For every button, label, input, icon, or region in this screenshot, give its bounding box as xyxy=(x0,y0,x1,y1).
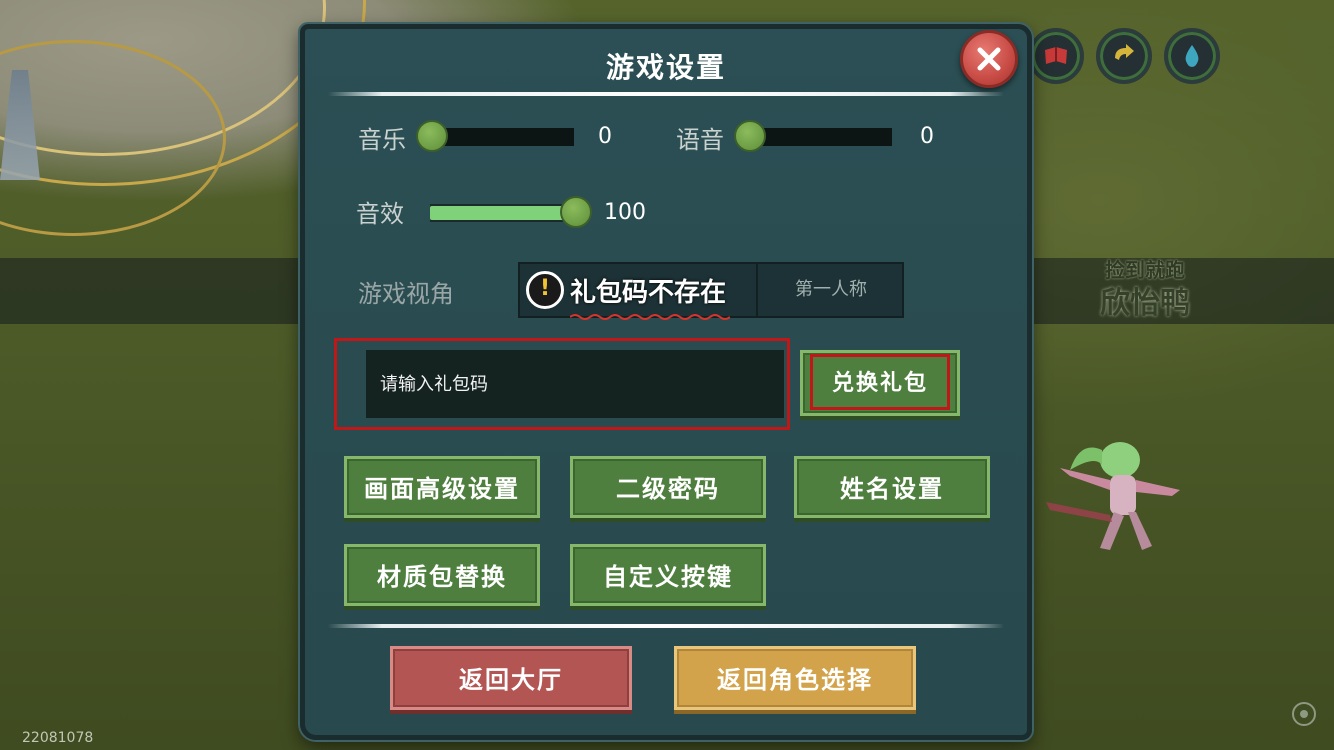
sfx-slider[interactable] xyxy=(430,196,592,228)
switch-button[interactable] xyxy=(1096,28,1152,84)
spell-underline xyxy=(570,313,730,320)
second-password-button[interactable]: 二级密码 xyxy=(570,456,766,518)
sfx-value: 100 xyxy=(604,200,646,225)
voice-label: 语音 xyxy=(676,126,724,154)
first-person-option[interactable]: 第一人称 xyxy=(756,264,904,316)
warning-icon xyxy=(526,271,564,309)
custom-keys-button[interactable]: 自定义按键 xyxy=(570,544,766,606)
gift-code-input[interactable] xyxy=(366,350,784,418)
voice-slider[interactable] xyxy=(734,120,892,152)
return-role-select-button[interactable]: 返回角色选择 xyxy=(674,646,916,710)
toast-text: 礼包码不存在 xyxy=(570,277,727,308)
advanced-graphics-button[interactable]: 画面高级设置 xyxy=(344,456,540,518)
toast-message: 礼包码不存在 xyxy=(570,272,730,320)
eye-icon[interactable] xyxy=(1292,702,1316,726)
music-track xyxy=(432,128,574,146)
return-lobby-button[interactable]: 返回大厅 xyxy=(390,646,632,710)
water-button[interactable] xyxy=(1164,28,1220,84)
book-icon xyxy=(1045,47,1067,64)
music-slider[interactable] xyxy=(416,120,574,152)
music-knob[interactable] xyxy=(416,120,448,152)
player-name: 欣怡鸭 xyxy=(1100,286,1190,321)
voice-track xyxy=(750,128,892,146)
book-button[interactable] xyxy=(1028,28,1084,84)
sfx-knob[interactable] xyxy=(560,196,592,228)
music-value: 0 xyxy=(598,124,612,149)
water-drop-icon xyxy=(1185,45,1199,67)
sfx-fill xyxy=(430,206,576,220)
build-id: 22081078 xyxy=(22,730,94,746)
texture-pack-button[interactable]: 材质包替换 xyxy=(344,544,540,606)
panel-title: 游戏设置 xyxy=(605,51,726,84)
error-toast: 礼包码不存在 xyxy=(526,264,730,320)
close-icon xyxy=(977,47,1001,71)
close-button[interactable] xyxy=(960,30,1018,88)
player-character xyxy=(1046,442,1180,550)
sfx-label: 音效 xyxy=(356,200,404,228)
voice-knob[interactable] xyxy=(734,120,766,152)
bottom-divider xyxy=(328,624,1004,628)
view-label: 游戏视角 xyxy=(358,280,454,308)
name-settings-button[interactable]: 姓名设置 xyxy=(794,456,990,518)
refresh-arrow-icon xyxy=(1115,44,1134,60)
music-label: 音乐 xyxy=(358,126,406,154)
voice-value: 0 xyxy=(920,124,934,149)
redeem-gift-button[interactable]: 兑换礼包 xyxy=(800,350,960,416)
top-divider xyxy=(328,92,1004,96)
